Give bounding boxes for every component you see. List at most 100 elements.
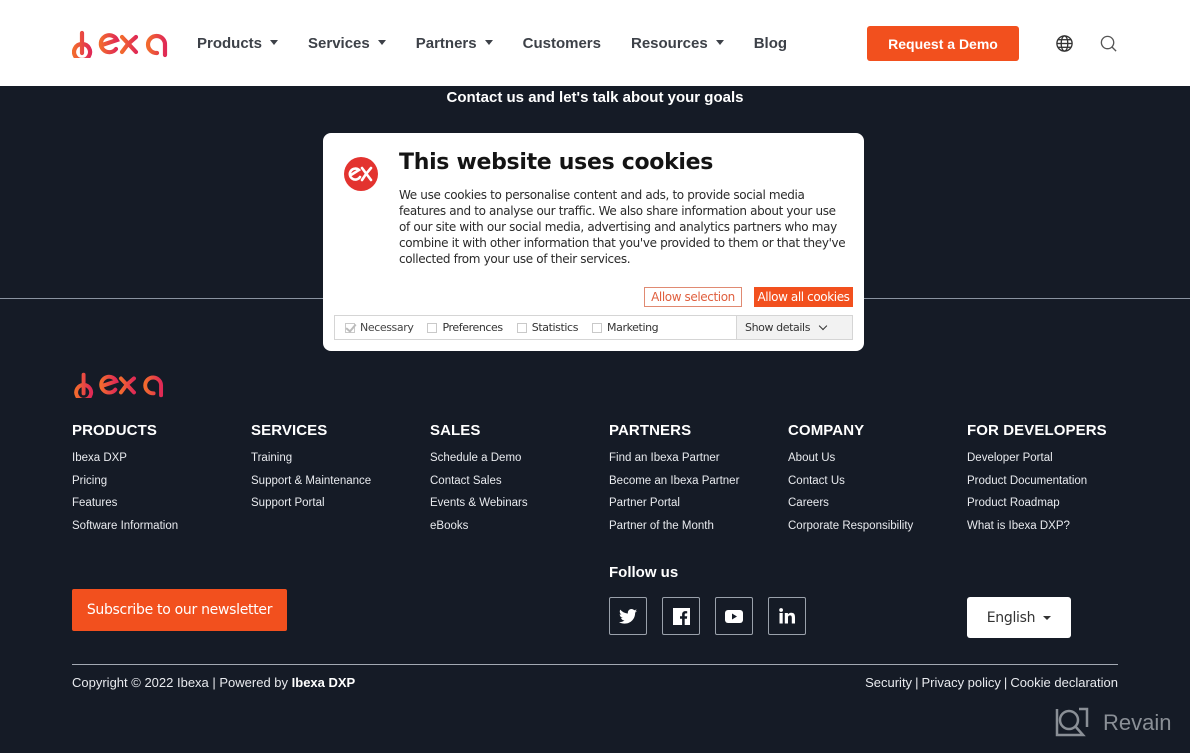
- footer-link[interactable]: Partner Portal: [609, 492, 739, 515]
- legal-links: Security | Privacy policy | Cookie declarati…: [865, 675, 1118, 690]
- linkedin-button[interactable]: [768, 597, 806, 635]
- checkbox-label: Necessary: [360, 321, 414, 334]
- separator: |: [1003, 675, 1008, 690]
- show-details-toggle[interactable]: Show details: [736, 316, 852, 339]
- globe-icon[interactable]: [1055, 34, 1074, 53]
- footer-link[interactable]: Product Roadmap: [967, 492, 1107, 515]
- footer-column-services: SERVICES Training Support & Maintenance …: [251, 422, 371, 515]
- footer-column-title: COMPANY: [788, 422, 865, 439]
- checkbox-icon: [427, 322, 438, 333]
- privacy-policy-link[interactable]: Privacy policy: [921, 675, 1000, 690]
- checkbox-statistics[interactable]: Statistics: [516, 321, 579, 334]
- caret-down-icon: [715, 39, 724, 45]
- checkbox-label: Statistics: [531, 321, 579, 334]
- footer-link[interactable]: Ibexa DXP: [72, 447, 178, 470]
- nav-label: Blog: [753, 34, 788, 52]
- footer-link[interactable]: Schedule a Demo: [430, 447, 528, 470]
- nav-customers[interactable]: Customers: [523, 35, 601, 52]
- checkbox-label: Preferences: [442, 321, 503, 334]
- footer-link[interactable]: Events & Webinars: [430, 492, 528, 515]
- nav-label: Customers: [522, 34, 601, 52]
- search-icon[interactable]: [1099, 34, 1118, 53]
- powered-by-link[interactable]: Ibexa DXP: [292, 675, 356, 690]
- copyright-text: Copyright © 2022 Ibexa | Powered by Ibex…: [72, 675, 355, 690]
- checkbox-preferences[interactable]: Preferences: [427, 321, 503, 334]
- footer-ibexa-logo[interactable]: [72, 370, 168, 398]
- checkbox-icon: [516, 322, 527, 333]
- language-label: English: [986, 609, 1036, 626]
- footer-link[interactable]: eBooks: [430, 515, 528, 538]
- footer-column-title: SALES: [430, 422, 481, 439]
- twitter-icon: [619, 608, 637, 624]
- footer-link[interactable]: Training: [251, 447, 371, 470]
- request-demo-button[interactable]: Request a Demo: [867, 26, 1019, 61]
- nav-blog[interactable]: Blog: [754, 35, 787, 52]
- footer-column-partners: PARTNERS Find an Ibexa Partner Become an…: [609, 422, 739, 538]
- footer-link[interactable]: Contact Sales: [430, 470, 528, 493]
- footer-column-title: SERVICES: [251, 422, 328, 439]
- youtube-button[interactable]: [715, 597, 753, 635]
- watermark-text: Revain: [1103, 710, 1172, 735]
- cookiebot-logo-icon: [344, 157, 378, 191]
- footer-column-title: FOR DEVELOPERS: [967, 422, 1107, 439]
- footer-link[interactable]: Software Information: [72, 515, 178, 538]
- security-link[interactable]: Security: [865, 675, 912, 690]
- revain-logo-icon: [1055, 707, 1089, 737]
- caret-down-icon: [377, 39, 386, 45]
- nav-label: Services: [308, 34, 370, 52]
- nav-label: Partners: [415, 34, 477, 52]
- main-nav: Products Services Partners Customers Res…: [197, 0, 817, 86]
- footer-link[interactable]: Pricing: [72, 470, 178, 493]
- footer-link[interactable]: Support & Maintenance: [251, 470, 371, 493]
- nav-partners[interactable]: Partners: [416, 35, 493, 52]
- footer-column-products: PRODUCTS Ibexa DXP Pricing Features Soft…: [72, 422, 178, 538]
- cookie-consent-dialog: This website uses cookies We use cookies…: [323, 133, 864, 351]
- checkbox-marketing[interactable]: Marketing: [592, 321, 659, 334]
- caret-down-icon: [270, 39, 279, 45]
- footer-link[interactable]: About Us: [788, 447, 913, 470]
- contact-tagline: Contact us and let's talk about your goa…: [446, 89, 744, 106]
- footer-link[interactable]: Developer Portal: [967, 447, 1107, 470]
- subscribe-newsletter-button[interactable]: Subscribe to our newsletter: [72, 589, 287, 631]
- cookie-declaration-link[interactable]: Cookie declaration: [1010, 675, 1118, 690]
- footer-link[interactable]: What is Ibexa DXP?: [967, 515, 1107, 538]
- nav-resources[interactable]: Resources: [631, 35, 724, 52]
- cookie-dialog-title: This website uses cookies: [399, 150, 714, 175]
- twitter-button[interactable]: [609, 597, 647, 635]
- cookie-dialog-body: We use cookies to personalise content an…: [399, 188, 846, 266]
- caret-down-icon: [1043, 615, 1052, 620]
- footer-link[interactable]: Contact Us: [788, 470, 913, 493]
- nav-label: Products: [197, 34, 263, 52]
- footer-link[interactable]: Careers: [788, 492, 913, 515]
- checkbox-icon: [592, 322, 603, 333]
- nav-label: Resources: [630, 34, 708, 52]
- footer-link[interactable]: Features: [72, 492, 178, 515]
- footer-divider: [72, 664, 1118, 665]
- footer-link[interactable]: Corporate Responsibility: [788, 515, 913, 538]
- footer-column-title: PRODUCTS: [72, 422, 157, 439]
- checkbox-label: Marketing: [607, 321, 659, 334]
- show-details-label: Show details: [745, 321, 811, 334]
- revain-watermark: Revain: [1055, 707, 1171, 739]
- facebook-button[interactable]: [662, 597, 700, 635]
- footer-column-developers: FOR DEVELOPERS Developer Portal Product …: [967, 422, 1107, 538]
- nav-products[interactable]: Products: [197, 34, 279, 52]
- site-header: Products Services Partners Customers Res…: [0, 0, 1190, 86]
- footer-link[interactable]: Become an Ibexa Partner: [609, 470, 739, 493]
- copyright-prefix: Copyright © 2022 Ibexa | Powered by: [72, 675, 292, 690]
- allow-selection-button[interactable]: Allow selection: [644, 287, 742, 307]
- ibexa-logo[interactable]: [72, 28, 170, 58]
- chevron-down-icon: [818, 321, 828, 330]
- facebook-icon: [672, 607, 690, 625]
- footer-link[interactable]: Product Documentation: [967, 470, 1107, 493]
- footer-link[interactable]: Partner of the Month: [609, 515, 739, 538]
- footer-link[interactable]: Find an Ibexa Partner: [609, 447, 739, 470]
- footer-link[interactable]: Support Portal: [251, 492, 371, 515]
- follow-us-label: Follow us: [609, 564, 679, 581]
- cookie-categories-bar: Necessary Preferences Statistics Marketi…: [334, 315, 853, 340]
- checkbox-necessary[interactable]: Necessary: [345, 321, 414, 334]
- allow-all-cookies-button[interactable]: Allow all cookies: [754, 287, 853, 307]
- language-selector[interactable]: English: [967, 597, 1071, 638]
- nav-services[interactable]: Services: [308, 35, 386, 52]
- footer-column-sales: SALES Schedule a Demo Contact Sales Even…: [430, 422, 528, 538]
